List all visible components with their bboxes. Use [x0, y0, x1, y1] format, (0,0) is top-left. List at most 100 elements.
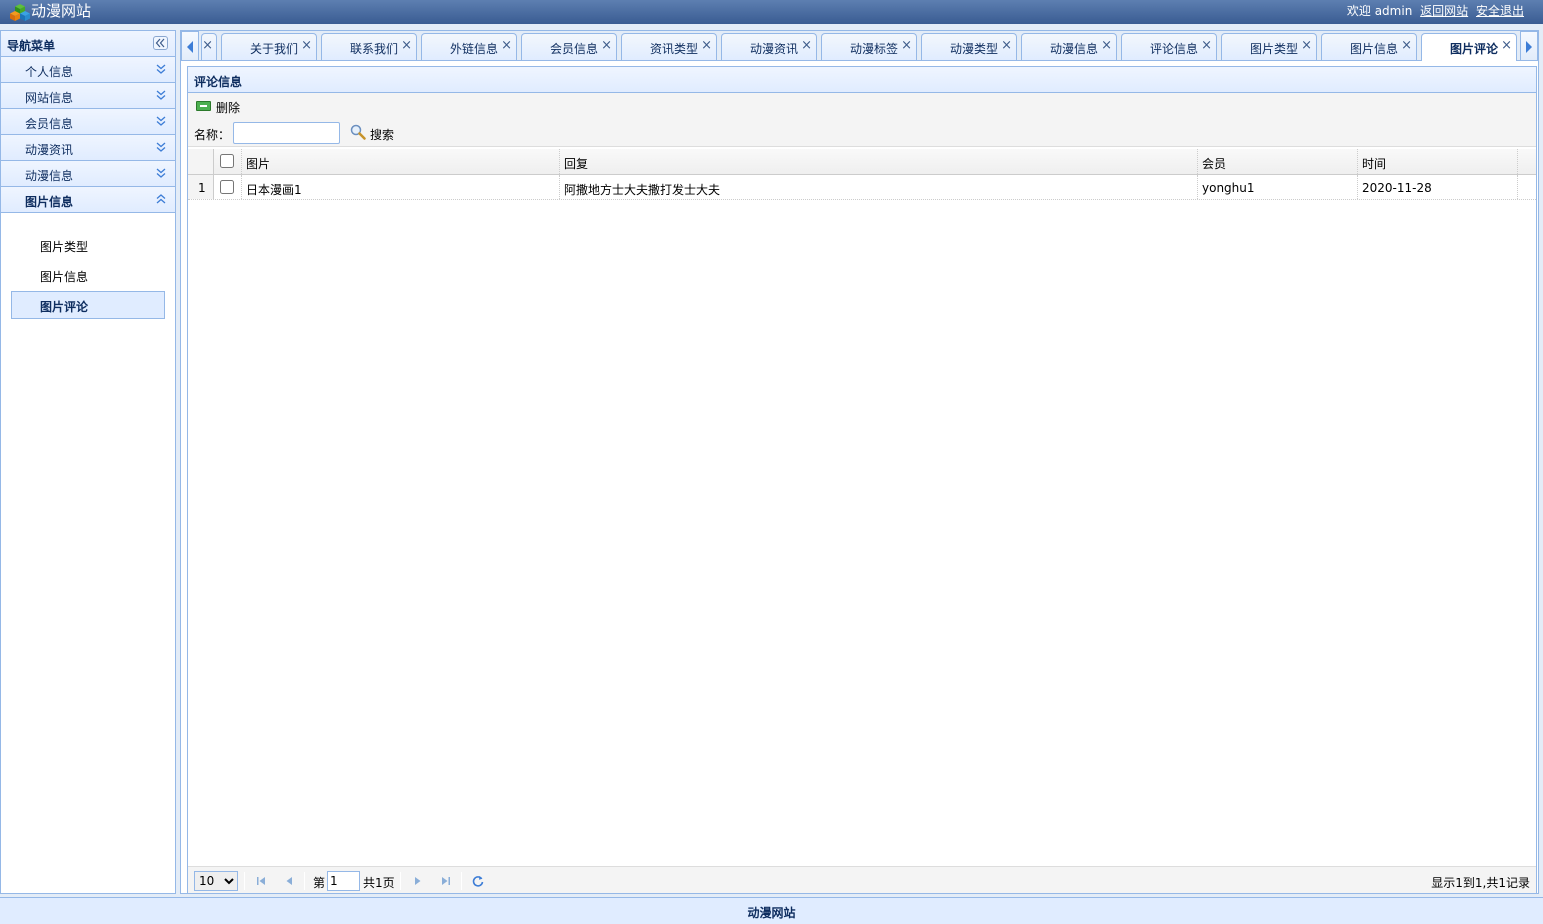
collapse-sidebar-icon[interactable]: [153, 36, 168, 50]
tab-contact-us[interactable]: 联系我们 ×: [321, 33, 417, 60]
sidebar-item-image-info[interactable]: 图片信息: [11, 261, 165, 289]
tab-label: 图片类型: [1249, 42, 1298, 56]
panel-title: 评论信息: [194, 75, 243, 89]
tab-close-icon[interactable]: ×: [801, 38, 812, 54]
last-page-icon[interactable]: [439, 874, 453, 888]
tab-label: 图片评论: [1449, 42, 1498, 56]
tab-comment-info[interactable]: 评论信息 ×: [1121, 33, 1217, 60]
tab-close-icon[interactable]: ×: [1201, 38, 1212, 54]
cell-reply: 阿撒地方士大夫撒打发士大夫: [560, 175, 1198, 199]
tab-close-icon[interactable]: ×: [301, 38, 312, 54]
row-number: 1: [198, 181, 206, 195]
footer-text: 动漫网站: [747, 906, 796, 920]
tab-close-icon[interactable]: ×: [501, 38, 512, 54]
prev-page-icon[interactable]: [282, 874, 296, 888]
column-header-label: 会员: [1202, 157, 1227, 171]
tab-close-icon[interactable]: ×: [1001, 38, 1012, 54]
sidebar-section-anime-info[interactable]: 动漫信息: [1, 161, 175, 187]
sidebar-section-personal-info[interactable]: 个人信息: [1, 57, 175, 83]
table-row[interactable]: 1 日本漫画1 阿撒地方士大夫撒打发士大夫 yonghu1 2020-11-28: [188, 175, 1536, 200]
column-header-member[interactable]: 会员: [1198, 149, 1358, 174]
tab-external-links[interactable]: 外链信息 ×: [421, 33, 517, 60]
sidebar-section-body: 图片类型 图片信息 图片评论: [1, 213, 175, 319]
tab-anime-type[interactable]: 动漫类型 ×: [921, 33, 1017, 60]
select-all-checkbox[interactable]: [220, 154, 234, 168]
select-all-cell: [214, 149, 242, 174]
delete-label: 删除: [216, 101, 241, 115]
toolbar: 删除 名称： 搜索: [188, 93, 1536, 147]
tab-close-icon[interactable]: ×: [202, 38, 213, 54]
column-header-image[interactable]: 图片: [242, 149, 560, 174]
triangle-right-icon: [1526, 41, 1532, 53]
tab-close-icon[interactable]: ×: [1101, 38, 1112, 54]
cell-text: 2020-11-28: [1362, 181, 1432, 195]
tab-image-comments[interactable]: 图片评论 ×: [1421, 33, 1517, 61]
pager-separator: [461, 872, 462, 890]
column-header-reply[interactable]: 回复: [560, 149, 1198, 174]
logout-link[interactable]: 安全退出: [1476, 4, 1524, 18]
tab-news-type[interactable]: 资讯类型 ×: [621, 33, 717, 60]
tab-close-icon[interactable]: ×: [1401, 38, 1412, 54]
search-button-label: 搜索: [370, 128, 395, 142]
tab-close-icon[interactable]: ×: [401, 38, 412, 54]
sidebar-section-member-info[interactable]: 会员信息: [1, 109, 175, 135]
tab-anime-info[interactable]: 动漫信息 ×: [1021, 33, 1117, 60]
page-number-input[interactable]: [327, 871, 360, 891]
tab-close-icon[interactable]: ×: [1301, 38, 1312, 54]
column-header-label: 图片: [246, 157, 271, 171]
tab-image-info[interactable]: 图片信息 ×: [1321, 33, 1417, 60]
cell-text: 阿撒地方士大夫撒打发士大夫: [564, 183, 721, 197]
welcome-text: 欢迎 admin: [1346, 4, 1413, 18]
tab-label: 动漫标签: [849, 42, 898, 56]
sidebar-item-image-comments[interactable]: 图片评论: [11, 291, 165, 319]
sidebar-section-label: 网站信息: [25, 91, 74, 105]
page-size-select[interactable]: 10: [194, 871, 238, 891]
refresh-icon[interactable]: [471, 874, 485, 888]
column-header-label: 回复: [564, 157, 589, 171]
column-header-time[interactable]: 时间: [1358, 149, 1518, 174]
sidebar-section-label: 图片信息: [25, 195, 74, 209]
footer: 动漫网站: [0, 897, 1543, 924]
tab-label: 会员信息: [549, 42, 598, 56]
chevron-double-down-icon: [156, 90, 166, 100]
sidebar-header: 导航菜单: [1, 31, 175, 57]
tab-image-type[interactable]: 图片类型 ×: [1221, 33, 1317, 60]
tab-label: 图片信息: [1349, 42, 1398, 56]
chevron-double-down-icon: [156, 168, 166, 178]
sidebar-section-label: 个人信息: [25, 65, 74, 79]
tab-strip: × 关于我们 × 联系我们 × 外链信息 × 会员信息 × 资讯类型 × 动漫资…: [181, 31, 1538, 61]
comments-panel: 评论信息 删除 名称： 搜索 图片 回复 会员 时间 1 日本漫画1 阿撒地方士…: [187, 66, 1537, 894]
user-links: 欢迎 admin 返回网站 安全退出: [1347, 3, 1524, 19]
search-input[interactable]: [233, 122, 340, 144]
chevron-double-down-icon: [156, 142, 166, 152]
tab-partial[interactable]: ×: [201, 33, 217, 60]
back-to-site-link[interactable]: 返回网站: [1420, 4, 1468, 18]
tab-scroll-left-button[interactable]: [181, 31, 199, 61]
next-page-icon[interactable]: [411, 874, 425, 888]
pager-separator: [304, 872, 305, 890]
tab-close-icon[interactable]: ×: [601, 38, 612, 54]
tab-close-icon[interactable]: ×: [701, 38, 712, 54]
tab-close-icon[interactable]: ×: [1501, 38, 1512, 54]
table-header: 图片 回复 会员 时间: [188, 149, 1536, 175]
sidebar-section-label: 动漫信息: [25, 169, 74, 183]
tab-label: 外链信息: [449, 42, 498, 56]
tab-anime-tags[interactable]: 动漫标签 ×: [821, 33, 917, 60]
cell-text: yonghu1: [1202, 181, 1255, 195]
cell-member: yonghu1: [1198, 175, 1358, 199]
tab-close-icon[interactable]: ×: [901, 38, 912, 54]
tab-label: 动漫类型: [949, 42, 998, 56]
tab-about-us[interactable]: 关于我们 ×: [221, 33, 317, 60]
first-page-icon[interactable]: [254, 874, 268, 888]
sidebar-section-site-info[interactable]: 网站信息: [1, 83, 175, 109]
sidebar-section-anime-news[interactable]: 动漫资讯: [1, 135, 175, 161]
pager-separator: [400, 872, 401, 890]
column-header-label: 时间: [1362, 157, 1387, 171]
tab-anime-news[interactable]: 动漫资讯 ×: [721, 33, 817, 60]
sidebar-item-image-type[interactable]: 图片类型: [11, 231, 165, 259]
sidebar-section-image-info[interactable]: 图片信息: [1, 187, 175, 213]
row-checkbox[interactable]: [220, 180, 234, 194]
tab-member-info[interactable]: 会员信息 ×: [521, 33, 617, 60]
sidebar-section-label: 动漫资讯: [25, 143, 74, 157]
tab-scroll-right-button[interactable]: [1520, 31, 1538, 61]
